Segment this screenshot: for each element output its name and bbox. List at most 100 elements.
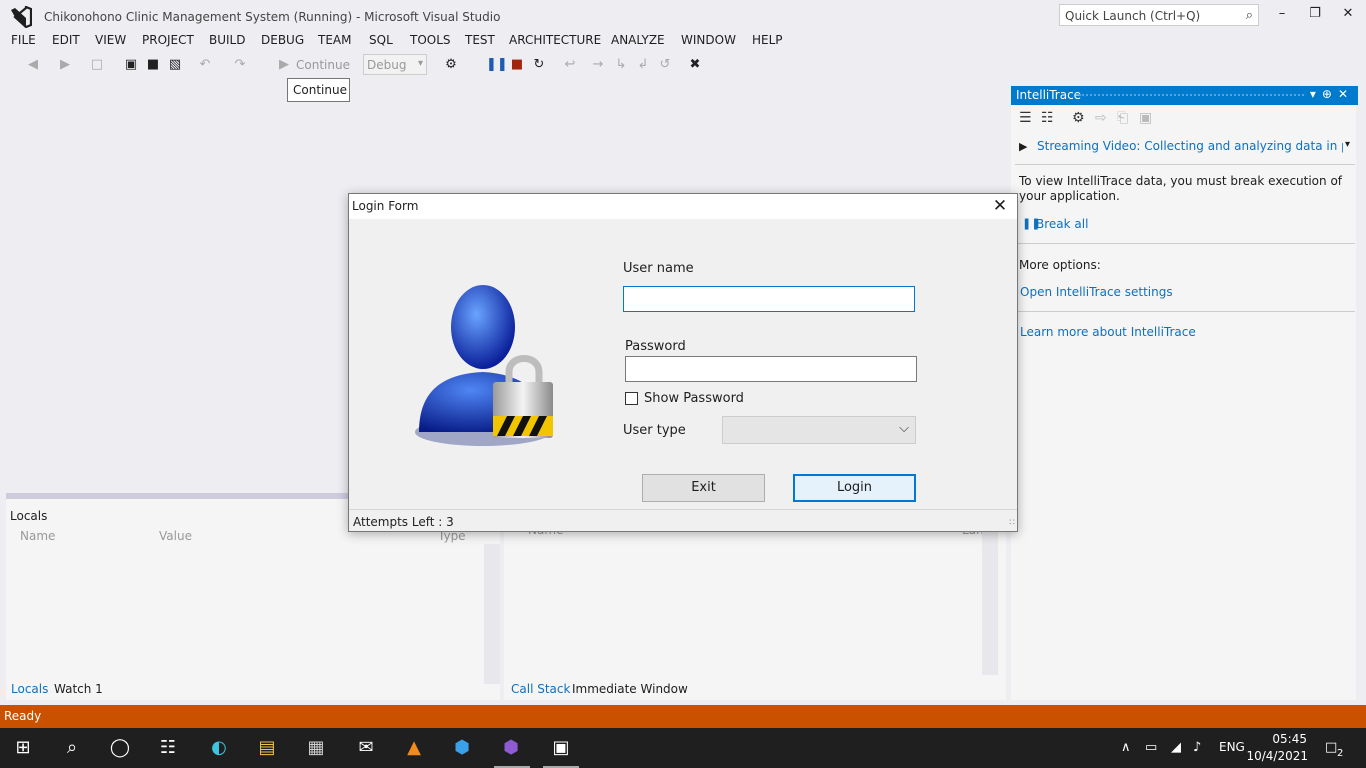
continue-icon[interactable]: ▶ <box>275 56 293 74</box>
tree-view-icon[interactable]: ☷ <box>1041 110 1054 126</box>
close-icon[interactable]: ✕ <box>991 196 1009 216</box>
menu-team[interactable]: TEAM <box>318 33 351 47</box>
user-lock-icon <box>415 285 553 446</box>
vlc-icon[interactable]: ▲ <box>401 736 427 760</box>
user-type-dropdown[interactable]: ⌵ <box>722 416 916 444</box>
pause-icon[interactable]: ❚❚ <box>486 56 508 74</box>
minimize-button[interactable]: – <box>1272 6 1292 21</box>
wifi-icon[interactable]: ◢ <box>1171 740 1181 755</box>
login-button[interactable]: Login <box>793 474 916 502</box>
title-bar: Chikonohono Clinic Management System (Ru… <box>0 0 1366 32</box>
step-back-icon[interactable]: ↺ <box>656 56 674 74</box>
open-log-icon[interactable]: ⎗ <box>1117 110 1128 126</box>
attempts-left-label: Attempts Left : 3 <box>353 515 454 529</box>
locals-column-value[interactable]: Value <box>159 529 192 543</box>
username-input[interactable] <box>623 286 915 312</box>
menu-view[interactable]: VIEW <box>95 33 126 47</box>
tab-locals[interactable]: Locals <box>11 682 48 696</box>
resize-grip-icon[interactable]: ∷ <box>1009 518 1015 528</box>
callstack-scrollbar[interactable] <box>982 525 998 675</box>
continue-button[interactable]: Continue <box>296 58 350 72</box>
menu-tools[interactable]: TOOLS <box>410 33 451 47</box>
new-project-icon[interactable]: □ <box>88 56 106 74</box>
hex-display-icon[interactable]: ✖ <box>686 56 704 74</box>
navigate-forward-icon[interactable]: ▶ <box>56 56 74 74</box>
mail-icon[interactable]: ✉ <box>353 736 379 760</box>
show-next-statement-icon[interactable]: ↩ <box>561 56 579 74</box>
quick-launch-input[interactable]: Quick Launch (Ctrl+Q) ⌕ <box>1059 4 1259 26</box>
menu-help[interactable]: HELP <box>752 33 783 47</box>
edge-browser-icon[interactable]: ◐ <box>206 736 232 760</box>
stop-icon[interactable]: ■ <box>508 56 526 74</box>
show-password-label[interactable]: Show Password <box>644 391 744 406</box>
locals-column-name[interactable]: Name <box>20 529 55 543</box>
panel-controls[interactable]: ▾⊕✕ <box>1310 87 1354 101</box>
close-window-button[interactable]: ✕ <box>1338 6 1358 21</box>
step-out-icon[interactable]: ↲ <box>634 56 652 74</box>
restore-button[interactable]: ❐ <box>1305 6 1325 21</box>
menu-sql[interactable]: SQL <box>369 33 393 47</box>
expand-dropdown-icon[interactable]: ▾ <box>1345 139 1350 150</box>
clock-time[interactable]: 05:45 <box>1272 732 1307 746</box>
language-indicator[interactable]: ENG <box>1219 740 1245 754</box>
save-all-icon[interactable]: ▧ <box>166 56 184 74</box>
visual-studio-icon[interactable]: ⬢ <box>498 736 524 760</box>
restart-icon[interactable]: ↻ <box>530 56 548 74</box>
redo-icon[interactable]: ↷ <box>231 56 249 74</box>
tray-expand-icon[interactable]: ∧ <box>1121 740 1131 755</box>
tab-call-stack[interactable]: Call Stack <box>511 682 570 696</box>
app-window-icon[interactable]: ▣ <box>548 736 574 760</box>
undo-icon[interactable]: ↶ <box>196 56 214 74</box>
file-explorer-icon[interactable]: ▤ <box>254 736 280 760</box>
menu-window[interactable]: WINDOW <box>681 33 736 47</box>
continue-tooltip: Continue <box>287 78 350 102</box>
status-bar: Ready <box>0 705 1366 728</box>
step-into-icon[interactable]: → <box>589 56 607 74</box>
menu-architecture[interactable]: ARCHITECTURE <box>509 33 601 47</box>
cortana-icon[interactable]: ◯ <box>107 736 133 760</box>
streaming-video-link[interactable]: Streaming Video: Collecting and analyzin… <box>1037 139 1343 153</box>
navigate-back-icon[interactable]: ◀ <box>24 56 42 74</box>
toolbar: ◀ ▶ □ ▣ ■ ▧ ↶ ↷ ▶ Continue ⚙ ❚❚ ■ ↻ ↩ → … <box>0 52 1010 78</box>
menu-file[interactable]: FILE <box>11 33 36 47</box>
open-file-icon[interactable]: ▣ <box>122 56 140 74</box>
search-icon: ⌕ <box>1245 8 1253 23</box>
break-all-link[interactable]: Break all <box>1036 217 1088 231</box>
quick-launch-placeholder: Quick Launch (Ctrl+Q) <box>1065 9 1201 23</box>
save-log-icon[interactable]: ▣ <box>1139 110 1152 126</box>
menu-build[interactable]: BUILD <box>209 33 245 47</box>
video-play-icon: ▶ <box>1019 140 1028 153</box>
attach-icon[interactable]: ⚙ <box>442 56 460 74</box>
search-icon[interactable]: ⌕ <box>59 736 85 760</box>
clock-date[interactable]: 10/4/2021 <box>1246 749 1308 763</box>
notifications-icon[interactable]: □ <box>1325 740 1337 755</box>
learn-more-link[interactable]: Learn more about IntelliTrace <box>1020 325 1196 339</box>
menu-test[interactable]: TEST <box>465 33 495 47</box>
list-view-icon[interactable]: ☰ <box>1019 110 1032 126</box>
volume-icon[interactable]: ♪ <box>1193 740 1201 755</box>
save-icon[interactable]: ■ <box>144 56 162 74</box>
forward-arrow-icon[interactable]: ⇨ <box>1095 110 1107 126</box>
settings-gear-icon[interactable]: ⚙ <box>1072 110 1085 126</box>
task-view-icon[interactable]: ☷ <box>155 736 181 760</box>
show-password-checkbox[interactable] <box>625 392 638 405</box>
open-settings-link[interactable]: Open IntelliTrace settings <box>1020 285 1173 299</box>
vscode-icon[interactable]: ⬢ <box>449 736 475 760</box>
menu-analyze[interactable]: ANALYZE <box>611 33 665 47</box>
menu-debug[interactable]: DEBUG <box>261 33 304 47</box>
configuration-dropdown[interactable]: Debug ▾ <box>363 54 427 75</box>
battery-icon[interactable]: ▭ <box>1145 740 1157 755</box>
store-icon[interactable]: ▦ <box>303 736 329 760</box>
tab-watch-1[interactable]: Watch 1 <box>54 682 103 696</box>
login-title: Login Form <box>352 199 419 213</box>
menu-project[interactable]: PROJECT <box>142 33 194 47</box>
locals-scrollbar[interactable] <box>484 544 500 684</box>
locals-grid <box>6 544 490 684</box>
chevron-down-icon: ⌵ <box>899 421 909 436</box>
password-input[interactable] <box>625 356 917 382</box>
tab-immediate-window[interactable]: Immediate Window <box>572 682 688 696</box>
menu-edit[interactable]: EDIT <box>52 33 80 47</box>
step-over-icon[interactable]: ↳ <box>612 56 630 74</box>
exit-button[interactable]: Exit <box>642 474 765 502</box>
windows-start-icon[interactable]: ⊞ <box>10 736 36 760</box>
